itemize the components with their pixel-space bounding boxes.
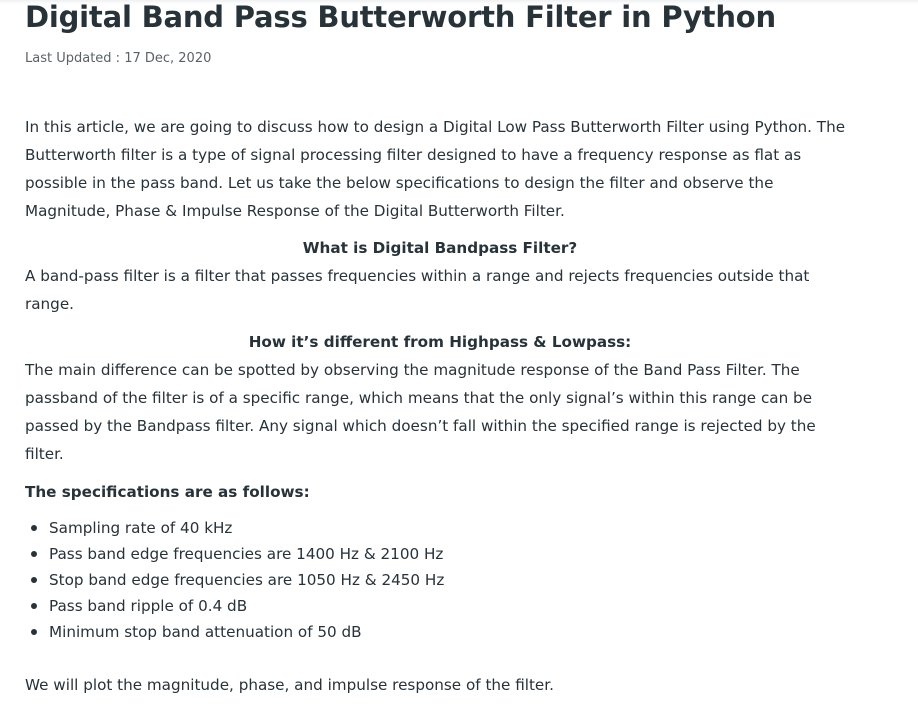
bullet-icon <box>31 603 37 609</box>
list-item: Sampling rate of 40 kHz <box>25 515 444 541</box>
bullet-icon <box>31 629 37 635</box>
specs-list: Sampling rate of 40 kHz Pass band edge f… <box>25 515 444 645</box>
spec-text: Sampling rate of 40 kHz <box>49 519 233 537</box>
last-updated: Last Updated : 17 Dec, 2020 <box>25 51 212 66</box>
list-item: Pass band ripple of 0.4 dB <box>25 593 444 619</box>
article-title: Digital Band Pass Butterworth Filter in … <box>25 0 776 34</box>
specs-heading: The specifications are as follows: <box>25 483 310 501</box>
intro-paragraph: In this article, we are going to discuss… <box>25 118 846 220</box>
section-heading-bandpass: What is Digital Bandpass Filter? <box>302 239 578 257</box>
section-heading-difference: How it’s different from Highpass & Lowpa… <box>248 333 632 351</box>
list-item: Pass band edge frequencies are 1400 Hz &… <box>25 541 444 567</box>
spec-text: Stop band edge frequencies are 1050 Hz &… <box>49 571 445 589</box>
difference-paragraph: The main difference can be spotted by ob… <box>25 361 816 463</box>
bullet-icon <box>31 577 37 583</box>
spec-text: Pass band edge frequencies are 1400 Hz &… <box>49 545 444 563</box>
closing-paragraph: We will plot the magnitude, phase, and i… <box>25 676 554 694</box>
list-item: Minimum stop band attenuation of 50 dB <box>25 619 444 645</box>
spec-text: Minimum stop band attenuation of 50 dB <box>49 623 362 641</box>
bandpass-paragraph: A band-pass filter is a filter that pass… <box>25 267 810 313</box>
bullet-icon <box>31 551 37 557</box>
bullet-icon <box>31 525 37 531</box>
list-item: Stop band edge frequencies are 1050 Hz &… <box>25 567 444 593</box>
spec-text: Pass band ripple of 0.4 dB <box>49 597 248 615</box>
